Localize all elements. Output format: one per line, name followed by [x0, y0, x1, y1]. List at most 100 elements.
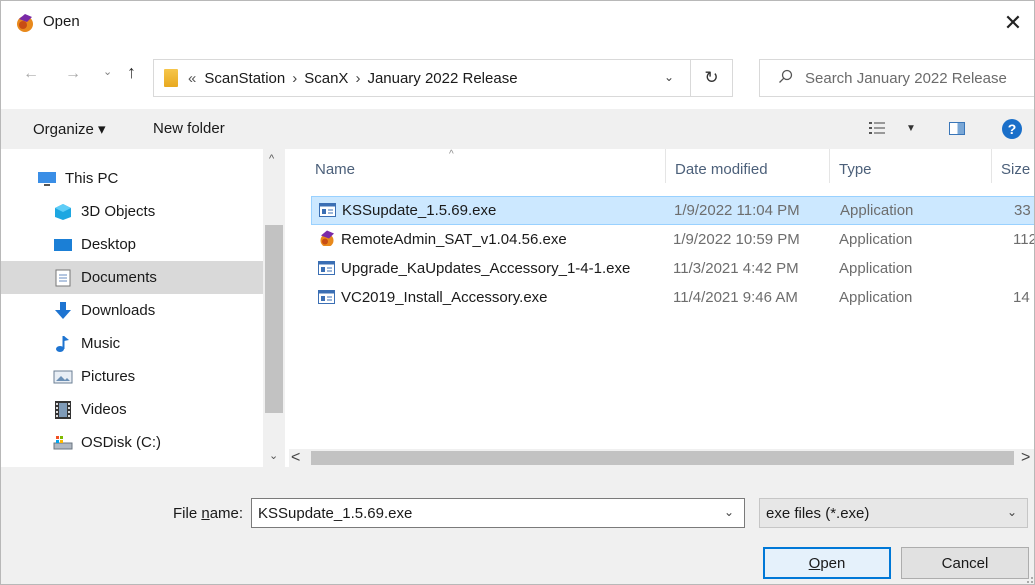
address-bar[interactable]: « ScanStation › ScanX › January 2022 Rel…: [153, 59, 691, 97]
file-name: VC2019_Install_Accessory.exe: [341, 289, 548, 306]
sidebar-item-label: 3D Objects: [81, 203, 156, 220]
breadcrumb-overflow-icon[interactable]: «: [188, 70, 196, 87]
scroll-right-icon[interactable]: >: [1021, 449, 1030, 467]
app-logo-icon: [320, 230, 334, 246]
file-name-label-suffix: ame:: [209, 505, 244, 522]
sidebar-item-desktop[interactable]: Desktop: [1, 228, 263, 261]
app-logo-icon: [17, 14, 33, 32]
search-input[interactable]: [805, 69, 1025, 87]
search-icon: [778, 69, 793, 88]
breadcrumb-scanstation[interactable]: ScanStation: [204, 70, 285, 87]
exe-icon: [318, 261, 335, 275]
breadcrumb-current-folder[interactable]: January 2022 Release: [367, 70, 517, 87]
drive-icon: [53, 435, 73, 449]
column-divider[interactable]: [665, 149, 666, 183]
music-note-icon: [56, 335, 69, 352]
desktop-icon: [54, 238, 72, 251]
refresh-icon: ↻: [704, 68, 719, 87]
sidebar-item-osdisk[interactable]: OSDisk (C:): [1, 426, 263, 459]
sidebar-item-label: Videos: [81, 401, 127, 418]
close-icon: ✕: [1003, 10, 1023, 35]
sidebar-item-downloads[interactable]: Downloads: [1, 294, 263, 327]
help-icon[interactable]: ?: [1002, 119, 1022, 139]
sidebar-item-3d-objects[interactable]: 3D Objects: [1, 195, 263, 228]
open-button-label: pen: [820, 554, 846, 572]
file-name-label-accesskey: n: [201, 505, 210, 522]
sidebar-item-pictures[interactable]: Pictures: [1, 360, 263, 393]
forward-arrow-icon[interactable]: →: [65, 65, 81, 83]
refresh-button[interactable]: ↻: [691, 59, 733, 97]
scroll-left-icon[interactable]: <: [291, 449, 300, 467]
file-type-dropdown-icon[interactable]: ⌄: [1007, 505, 1017, 519]
change-view-icon[interactable]: [869, 121, 885, 135]
file-name-field[interactable]: KSSupdate_1.5.69.exe ⌄: [251, 498, 745, 528]
file-name: KSSupdate_1.5.69.exe: [342, 202, 497, 219]
file-date: 1/9/2022 10:59 PM: [673, 231, 800, 248]
open-button[interactable]: Open: [763, 547, 891, 579]
address-dropdown-icon[interactable]: ⌄: [664, 70, 674, 84]
dialog-footer: File name: KSSupdate_1.5.69.exe ⌄ exe fi…: [1, 467, 1034, 584]
window-title: Open: [43, 13, 80, 30]
column-header-name[interactable]: Name: [315, 161, 355, 178]
file-row[interactable]: KSSupdate_1.5.69.exe 1/9/2022 11:04 PM A…: [311, 196, 1034, 225]
command-bar: Organize ▾ New folder ▼ ?: [1, 109, 1034, 149]
scrollbar-thumb[interactable]: [265, 225, 283, 413]
file-date: 1/9/2022 11:04 PM: [674, 202, 800, 219]
search-box[interactable]: [759, 59, 1034, 97]
organize-button[interactable]: Organize ▾: [33, 120, 106, 138]
close-button[interactable]: ✕: [990, 1, 1034, 45]
recent-locations-chevron-icon[interactable]: ⌄: [103, 65, 112, 78]
file-name: Upgrade_KaUpdates_Accessory_1-4-1.exe: [341, 260, 631, 277]
exe-icon: [318, 290, 335, 304]
scroll-down-icon[interactable]: ⌄: [269, 449, 278, 462]
file-row[interactable]: Upgrade_KaUpdates_Accessory_1-4-1.exe 11…: [311, 255, 1034, 284]
file-row[interactable]: VC2019_Install_Accessory.exe 11/4/2021 9…: [311, 284, 1034, 313]
sidebar-item-videos[interactable]: Videos: [1, 393, 263, 426]
sidebar-item-label: Downloads: [81, 302, 156, 319]
file-name-label: File name:: [173, 505, 243, 522]
sidebar-item-this-pc[interactable]: This PC: [1, 162, 263, 195]
breadcrumb-separator-icon[interactable]: ›: [355, 70, 360, 87]
file-name-dropdown-icon[interactable]: ⌄: [724, 505, 734, 519]
file-type: Application: [839, 289, 913, 306]
sidebar-item-label: Music: [81, 335, 121, 352]
file-type: Application: [839, 260, 913, 277]
file-date: 11/4/2021 9:46 AM: [673, 289, 798, 306]
preview-pane-icon[interactable]: [949, 122, 965, 135]
sidebar-scrollbar[interactable]: ^ ⌄: [263, 149, 285, 467]
column-header-date-modified[interactable]: Date modified: [675, 161, 768, 178]
file-type: Application: [839, 231, 913, 248]
file-type-filter[interactable]: exe files (*.exe) ⌄: [759, 498, 1028, 528]
open-file-dialog: Open ✕ ← → ⌄ ↑ « ScanStation › ScanX › J…: [0, 0, 1035, 585]
breadcrumb-separator-icon[interactable]: ›: [292, 70, 297, 87]
file-type-filter-value: exe files (*.exe): [766, 504, 870, 522]
column-divider[interactable]: [991, 149, 992, 183]
file-name-value[interactable]: KSSupdate_1.5.69.exe: [258, 505, 412, 522]
file-list-horizontal-scrollbar[interactable]: < >: [289, 449, 1034, 467]
new-folder-button[interactable]: New folder: [153, 120, 225, 137]
breadcrumb-scanx[interactable]: ScanX: [304, 70, 348, 87]
column-header-type[interactable]: Type: [839, 161, 872, 178]
file-name-label-prefix: File: [173, 505, 202, 522]
scrollbar-thumb[interactable]: [311, 451, 1014, 465]
cancel-button-label: Cancel: [941, 554, 989, 572]
back-arrow-icon[interactable]: ←: [23, 65, 39, 83]
column-divider[interactable]: [829, 149, 830, 183]
file-size: 14: [1013, 289, 1030, 306]
pictures-icon: [53, 370, 73, 383]
sidebar-item-label: Desktop: [81, 236, 137, 253]
file-row[interactable]: RemoteAdmin_SAT_v1.04.56.exe 1/9/2022 10…: [311, 226, 1034, 255]
cancel-button[interactable]: Cancel: [901, 547, 1029, 579]
film-icon: [55, 400, 71, 419]
sidebar-item-documents[interactable]: Documents: [1, 261, 263, 294]
up-arrow-icon[interactable]: ↑: [127, 62, 136, 83]
column-header-size[interactable]: Size: [1001, 161, 1030, 178]
scroll-up-icon[interactable]: ^: [269, 153, 274, 165]
sidebar-item-music[interactable]: Music: [1, 327, 263, 360]
open-button-accesskey: O: [808, 554, 821, 572]
view-dropdown-icon[interactable]: ▼: [906, 123, 916, 134]
resize-grip-icon[interactable]: [1023, 573, 1033, 583]
download-icon: [55, 301, 71, 319]
sidebar-item-label: OSDisk (C:): [81, 434, 161, 451]
folder-icon: [164, 69, 178, 87]
